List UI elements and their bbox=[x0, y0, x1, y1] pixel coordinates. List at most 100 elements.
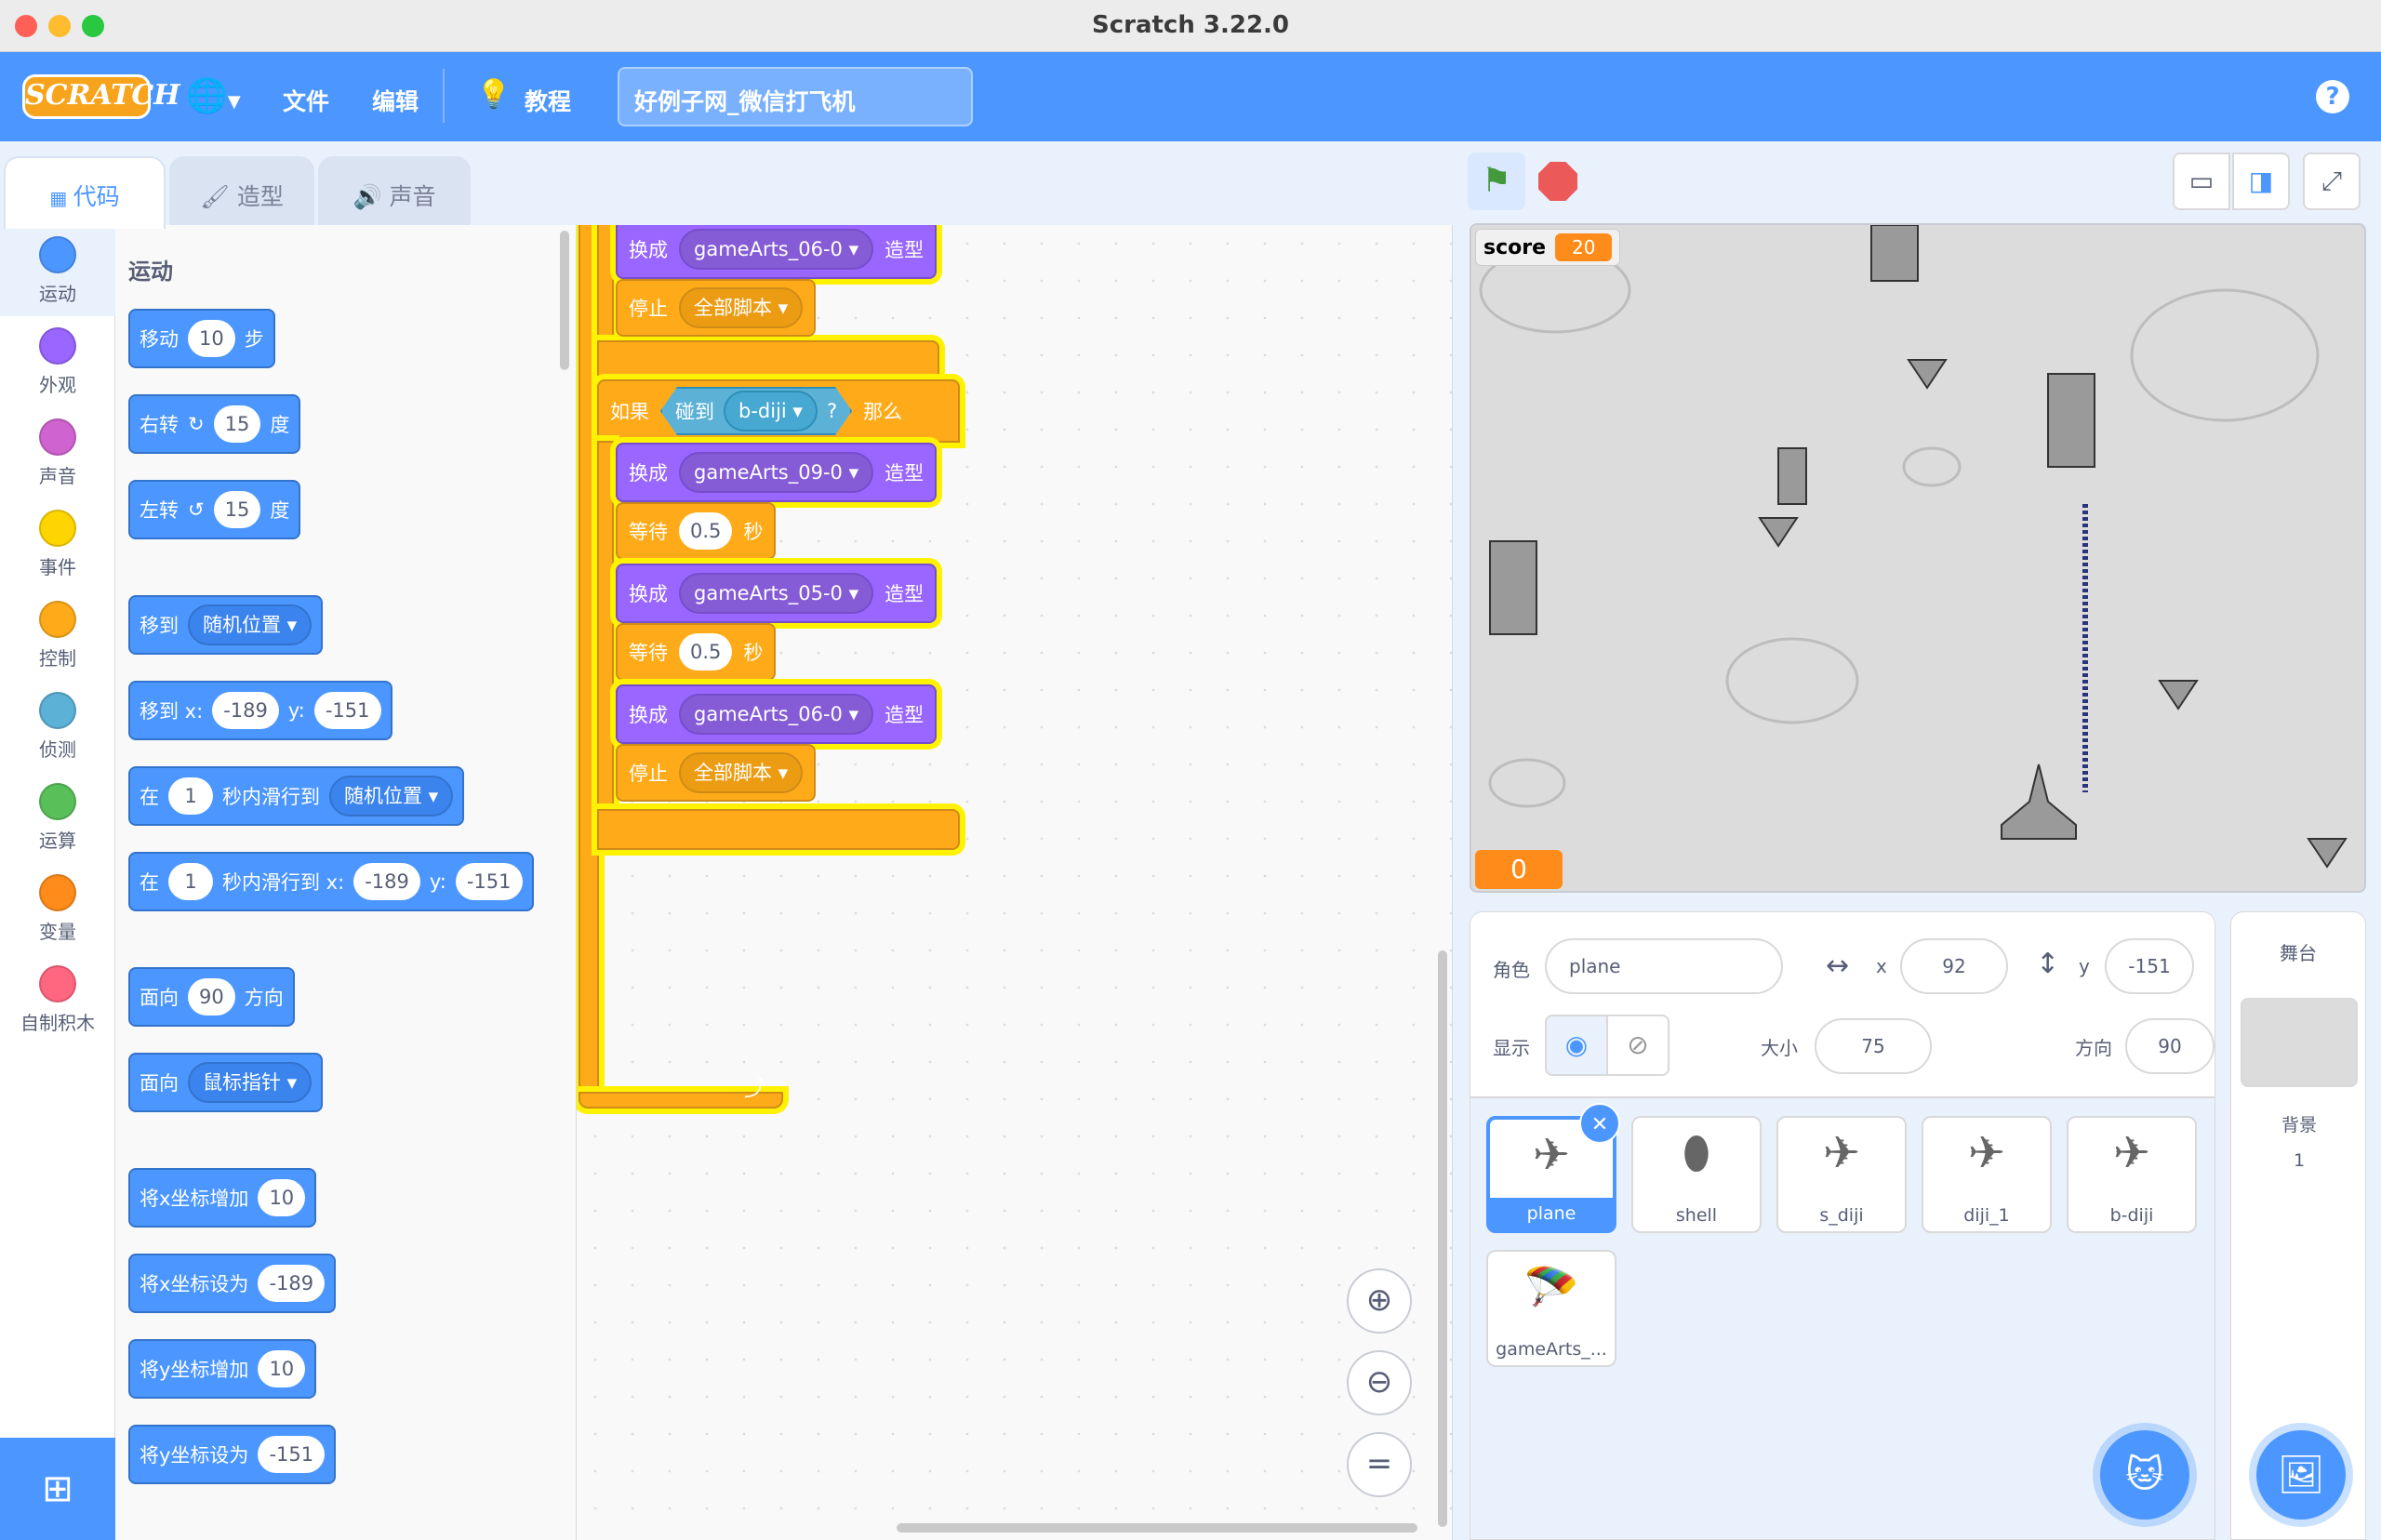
edit-menu[interactable]: 编辑 bbox=[372, 84, 419, 117]
fullscreen-button[interactable]: ⤢ bbox=[2303, 153, 2361, 210]
block-change-x[interactable]: 将x坐标增加 10 bbox=[128, 1168, 317, 1228]
costume-dropdown[interactable]: gameArts_09-0 ▾ bbox=[679, 452, 874, 493]
tab-sounds[interactable]: 🔊 声音 bbox=[318, 156, 471, 225]
zoom-reset-button[interactable]: = bbox=[1347, 1432, 1412, 1497]
sprite-tile[interactable]: ⬮ shell bbox=[1631, 1116, 1762, 1233]
category-8[interactable]: 自制积木 bbox=[0, 965, 115, 1035]
switch-costume-block[interactable]: 换成 gameArts_06-0 ▾ 造型 bbox=[616, 225, 938, 279]
category-5[interactable]: 侦测 bbox=[0, 692, 115, 762]
sprite-tile[interactable]: ✈ diji_1 bbox=[1922, 1116, 2052, 1233]
value-input[interactable]: 10 bbox=[258, 1350, 306, 1387]
block-turn-left[interactable]: 左转 ↺ 15 度 bbox=[128, 480, 301, 539]
block-change-y[interactable]: 将y坐标增加 10 bbox=[128, 1339, 317, 1399]
help-icon[interactable]: ? bbox=[2316, 80, 2349, 113]
tab-costumes[interactable]: 🖌 造型 bbox=[169, 156, 314, 225]
glide-target-dropdown[interactable]: 随机位置 ▾ bbox=[329, 776, 454, 816]
steps-input[interactable]: 10 bbox=[188, 320, 235, 357]
x-input[interactable]: -189 bbox=[212, 692, 279, 729]
direction-input[interactable]: 90 bbox=[188, 978, 235, 1016]
forever-block-arm[interactable] bbox=[579, 225, 599, 1109]
sprite-tile[interactable]: 🪂 gameArts_... bbox=[1486, 1250, 1616, 1367]
switch-costume-block[interactable]: 换成 gameArts_05-0 ▾ 造型 bbox=[616, 564, 938, 623]
category-6[interactable]: 运算 bbox=[0, 783, 115, 853]
language-menu[interactable]: 🌐▼ bbox=[186, 76, 241, 115]
stop-block[interactable]: 停止 全部脚本 ▾ bbox=[616, 279, 817, 337]
sprite-tile[interactable]: ✈ b-diji bbox=[2067, 1116, 2197, 1233]
small-stage-button[interactable]: ▭ bbox=[2173, 153, 2230, 210]
degrees-input[interactable]: 15 bbox=[213, 405, 261, 443]
add-extension-button[interactable]: ⊞ bbox=[0, 1438, 115, 1540]
wait-seconds-input[interactable]: 0.5 bbox=[679, 633, 733, 670]
category-2[interactable]: 声音 bbox=[0, 418, 115, 488]
stop-sign-button[interactable] bbox=[1538, 162, 1577, 201]
zoom-out-button[interactable]: ⊖ bbox=[1347, 1350, 1412, 1415]
degrees-input[interactable]: 15 bbox=[213, 491, 261, 528]
tab-code[interactable]: ▦ 代码 bbox=[4, 156, 166, 229]
workspace-horizontal-scrollbar[interactable] bbox=[897, 1523, 1417, 1533]
costume-dropdown[interactable]: gameArts_06-0 ▾ bbox=[679, 229, 874, 270]
block-turn-right[interactable]: 右转 ↻ 15 度 bbox=[128, 394, 301, 454]
project-title-input[interactable]: 好例子网_微信打飞机 bbox=[618, 67, 973, 126]
touching-condition[interactable]: 碰到 b-diji ▾? bbox=[660, 387, 852, 435]
palette-scrollbar[interactable] bbox=[560, 231, 569, 370]
block-set-x[interactable]: 将x坐标设为 -189 bbox=[128, 1254, 337, 1313]
value-input[interactable]: -189 bbox=[258, 1265, 326, 1302]
if-block-bottom[interactable] bbox=[597, 340, 939, 379]
if-touching-block[interactable]: 如果 碰到 b-diji ▾? 那么 bbox=[597, 379, 960, 443]
if-block-arm[interactable] bbox=[597, 441, 614, 813]
green-flag-button[interactable]: ⚑ bbox=[1468, 153, 1525, 210]
size-input[interactable]: 75 bbox=[1815, 1018, 1932, 1074]
stage-canvas[interactable]: score 20 0 bbox=[1470, 223, 2366, 893]
block-glide-random[interactable]: 在 1 秒内滑行到 随机位置 ▾ bbox=[128, 766, 465, 826]
stop-block[interactable]: 停止 全部脚本 ▾ bbox=[616, 744, 817, 802]
category-7[interactable]: 变量 bbox=[0, 874, 115, 944]
hide-sprite-button[interactable]: ⊘ bbox=[1606, 1015, 1669, 1076]
block-point-towards[interactable]: 面向 鼠标指针 ▾ bbox=[128, 1053, 324, 1112]
value-input[interactable]: 10 bbox=[258, 1179, 306, 1216]
wait-seconds-input[interactable]: 0.5 bbox=[679, 512, 733, 550]
y-position-input[interactable]: -151 bbox=[2105, 938, 2194, 994]
y-input[interactable]: -151 bbox=[455, 863, 523, 900]
score-monitor[interactable]: score 20 bbox=[1475, 229, 1621, 266]
seconds-input[interactable]: 1 bbox=[168, 863, 213, 900]
large-readout-monitor[interactable]: 0 bbox=[1475, 850, 1563, 889]
zoom-in-button[interactable]: ⊕ bbox=[1347, 1268, 1412, 1334]
towards-dropdown[interactable]: 鼠标指针 ▾ bbox=[188, 1062, 313, 1103]
block-goto-xy[interactable]: 移到 x: -189 y: -151 bbox=[128, 681, 392, 740]
category-0[interactable]: 运动 bbox=[0, 236, 115, 306]
sprite-name-input[interactable]: plane bbox=[1545, 938, 1783, 994]
large-stage-button[interactable]: ◨ bbox=[2232, 153, 2290, 210]
stop-option-dropdown[interactable]: 全部脚本 ▾ bbox=[679, 752, 804, 793]
costume-dropdown[interactable]: gameArts_06-0 ▾ bbox=[679, 694, 874, 735]
goto-target-dropdown[interactable]: 随机位置 ▾ bbox=[188, 604, 313, 645]
y-input[interactable]: -151 bbox=[313, 692, 381, 729]
category-1[interactable]: 外观 bbox=[0, 327, 115, 397]
x-position-input[interactable]: 92 bbox=[1900, 938, 2008, 994]
switch-costume-block[interactable]: 换成 gameArts_09-0 ▾ 造型 bbox=[616, 443, 938, 502]
block-set-y[interactable]: 将y坐标设为 -151 bbox=[128, 1425, 337, 1484]
direction-input[interactable]: 90 bbox=[2125, 1018, 2215, 1074]
choose-backdrop-button[interactable]: 🖼 bbox=[2256, 1430, 2346, 1520]
sprite-tile[interactable]: ✈ s_diji bbox=[1776, 1116, 1907, 1233]
block-move-steps[interactable]: 移动 10 步 bbox=[128, 309, 275, 368]
touching-target-dropdown[interactable]: b-diji ▾ bbox=[724, 391, 818, 431]
script-workspace[interactable]: ⤴ 换成 gameArts_06-0 ▾ 造型 停止 全部脚本 ▾ 如果 碰到 b-di… bbox=[577, 225, 1453, 1540]
scratch-logo[interactable]: SCRATCH bbox=[22, 74, 180, 119]
stop-option-dropdown[interactable]: 全部脚本 ▾ bbox=[679, 287, 804, 328]
seconds-input[interactable]: 1 bbox=[168, 777, 213, 815]
block-glide-xy[interactable]: 在 1 秒内滑行到 x: -189 y: -151 bbox=[128, 852, 534, 911]
category-4[interactable]: 控制 bbox=[0, 601, 115, 670]
value-input[interactable]: -151 bbox=[258, 1436, 326, 1473]
if-block-bottom[interactable] bbox=[597, 809, 960, 850]
workspace-vertical-scrollbar[interactable] bbox=[1438, 950, 1447, 1527]
x-input[interactable]: -189 bbox=[353, 863, 420, 900]
category-3[interactable]: 事件 bbox=[0, 510, 115, 579]
block-point-direction[interactable]: 面向 90 方向 bbox=[128, 967, 295, 1027]
wait-block[interactable]: 等待 0.5 秒 bbox=[616, 502, 777, 560]
tutorials-menu[interactable]: 教程 bbox=[525, 84, 571, 117]
delete-sprite-button[interactable]: ✕ bbox=[1579, 1103, 1620, 1144]
choose-sprite-button[interactable]: 🐱 bbox=[2100, 1430, 2189, 1520]
costume-dropdown[interactable]: gameArts_05-0 ▾ bbox=[679, 573, 874, 614]
wait-block[interactable]: 等待 0.5 秒 bbox=[616, 623, 777, 681]
lightbulb-icon[interactable]: 💡 bbox=[476, 78, 511, 111]
